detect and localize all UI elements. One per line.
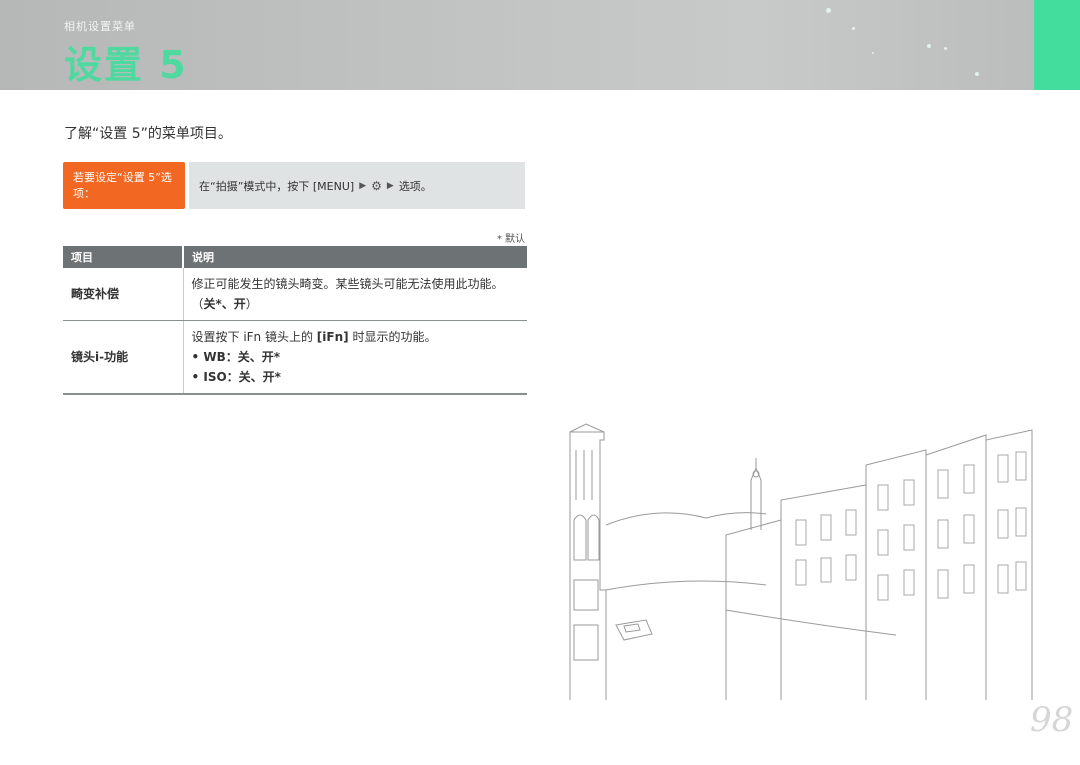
- triangle-right-icon: ▶: [359, 180, 367, 191]
- howto-suffix: 选项。: [398, 179, 432, 193]
- chapter-tab: [1034, 0, 1080, 90]
- sparkle-decoration: [826, 8, 831, 13]
- option-values: 关*、开: [203, 297, 246, 311]
- triangle-right-icon: ▶: [386, 180, 394, 191]
- howto-prefix: 在“拍摄”模式中，按下 [MENU]: [199, 179, 355, 193]
- menu-items-table: 项目 说明 畸变补偿 修正可能发生的镜头畸变。某些镜头可能无法使用此功能。（关*…: [63, 246, 527, 395]
- description-close: ）: [245, 297, 258, 311]
- option-wb: WB：关、开*: [192, 347, 520, 367]
- item-description: 修正可能发生的镜头畸变。某些镜头可能无法使用此功能。（关*、开）: [183, 268, 527, 321]
- column-header-item: 项目: [63, 246, 184, 268]
- sparkle-decoration: [852, 27, 855, 30]
- option-iso: ISO：关、开*: [192, 367, 520, 387]
- table-row: 畸变补偿 修正可能发生的镜头畸变。某些镜头可能无法使用此功能。（关*、开）: [63, 268, 527, 321]
- page-title: 设置 5: [64, 43, 188, 87]
- table-row: 镜头i-功能 设置按下 iFn 镜头上的 [iFn] 时显示的功能。 WB：关、…: [63, 320, 527, 395]
- description-pre: 设置按下 iFn 镜头上的: [191, 330, 317, 344]
- howto-label: 若要设定“设置 5”选项：: [63, 162, 185, 209]
- default-note: * 默认: [496, 234, 525, 245]
- item-lens-ifunction: 镜头i-功能: [63, 320, 184, 395]
- howto-instructions: 在“拍摄”模式中，按下 [MENU] ▶ ⚙ ▶ 选项。: [189, 162, 525, 209]
- options-list: WB：关、开* ISO：关、开*: [192, 347, 520, 387]
- table-header-row: 项目 说明: [63, 246, 527, 268]
- item-description: 设置按下 iFn 镜头上的 [iFn] 时显示的功能。 WB：关、开* ISO：…: [183, 320, 527, 395]
- section-label: 相机设置菜单: [64, 20, 136, 33]
- ifn-key: [iFn]: [316, 330, 349, 344]
- intro-text: 了解“设置 5”的菜单项目。: [64, 126, 232, 142]
- gear-icon: ⚙: [371, 178, 382, 193]
- column-header-description: 说明: [183, 246, 527, 268]
- item-distortion-correction: 畸变补偿: [63, 268, 184, 321]
- sparkle-decoration: [944, 47, 947, 50]
- sparkle-decoration: [927, 44, 931, 48]
- page-number: 98: [1030, 700, 1074, 740]
- description-text: 设置按下 iFn 镜头上的 [iFn] 时显示的功能。: [192, 327, 520, 347]
- sparkle-decoration: [872, 52, 874, 54]
- description-post: 时显示的功能。: [348, 330, 437, 344]
- sparkle-decoration: [975, 72, 979, 76]
- venice-street-illustration: [569, 423, 1033, 700]
